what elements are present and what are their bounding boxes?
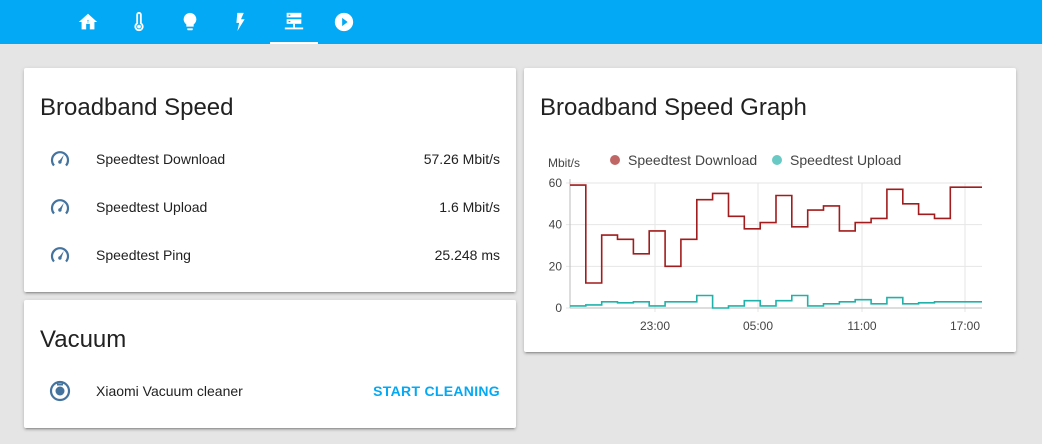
entity-row-upload[interactable]: Speedtest Upload 1.6 Mbit/s [40,187,500,227]
entity-value: 1.6 Mbit/s [439,199,500,215]
vacuum-card: Vacuum Xiaomi Vacuum cleaner START CLEAN… [24,300,516,428]
entity-row-ping[interactable]: Speedtest Ping 25.248 ms [40,235,500,275]
y-tick-label: 20 [549,259,563,273]
entity-name: Xiaomi Vacuum cleaner [96,383,243,399]
tab-network[interactable] [270,0,318,44]
legend-label: Speedtest Upload [790,152,902,168]
server-network-icon [284,12,304,30]
y-tick-label: 0 [555,301,562,315]
entity-row-download[interactable]: Speedtest Download 57.26 Mbit/s [40,139,500,179]
tab-lights[interactable] [166,0,214,44]
y-axis-label: Mbit/s [548,156,580,170]
legend-swatch-upload [772,155,782,165]
home-icon [78,13,98,30]
entity-name: Speedtest Ping [96,247,191,263]
robot-vacuum-icon [40,371,80,411]
series-line-upload [570,294,982,309]
tab-climate[interactable] [115,0,163,44]
x-tick-label: 23:00 [640,319,670,333]
entity-value: 25.248 ms [434,247,500,263]
broadband-speed-card: Broadband Speed Speedtest Download 57.26… [24,68,516,292]
entity-value: 57.26 Mbit/s [423,151,500,167]
entity-name: Speedtest Upload [96,199,208,215]
play-circle-icon [334,12,354,32]
speedometer-icon [40,139,80,179]
top-toolbar [0,0,1042,44]
tab-home[interactable] [64,0,112,44]
legend-swatch-download [610,155,620,165]
speedometer-icon [40,187,80,227]
legend-download[interactable]: Speedtest Download [610,152,757,168]
y-tick-label: 40 [549,218,563,232]
broadband-graph-card: Broadband Speed Graph Speedtest Download… [524,68,1016,352]
card-title: Broadband Speed Graph [540,94,807,121]
speedometer-icon [40,235,80,275]
y-tick-label: 60 [549,176,563,190]
tab-media[interactable] [320,0,368,44]
tab-energy[interactable] [217,0,265,44]
legend-upload[interactable]: Speedtest Upload [772,152,901,168]
entity-name: Speedtest Download [96,151,226,167]
lightbulb-icon [183,12,197,31]
series-line-download [570,184,982,284]
card-title: Broadband Speed [40,94,234,121]
entity-row-vacuum[interactable]: Xiaomi Vacuum cleaner START CLEANING [40,371,500,411]
thermometer-icon [134,11,144,32]
flash-icon [236,12,245,32]
x-tick-label: 05:00 [743,319,773,333]
start-cleaning-button[interactable]: START CLEANING [373,383,500,399]
card-title: Vacuum [40,326,127,353]
legend-label: Speedtest Download [628,152,758,168]
x-tick-label: 17:00 [950,319,980,333]
x-tick-label: 11:00 [847,319,876,333]
